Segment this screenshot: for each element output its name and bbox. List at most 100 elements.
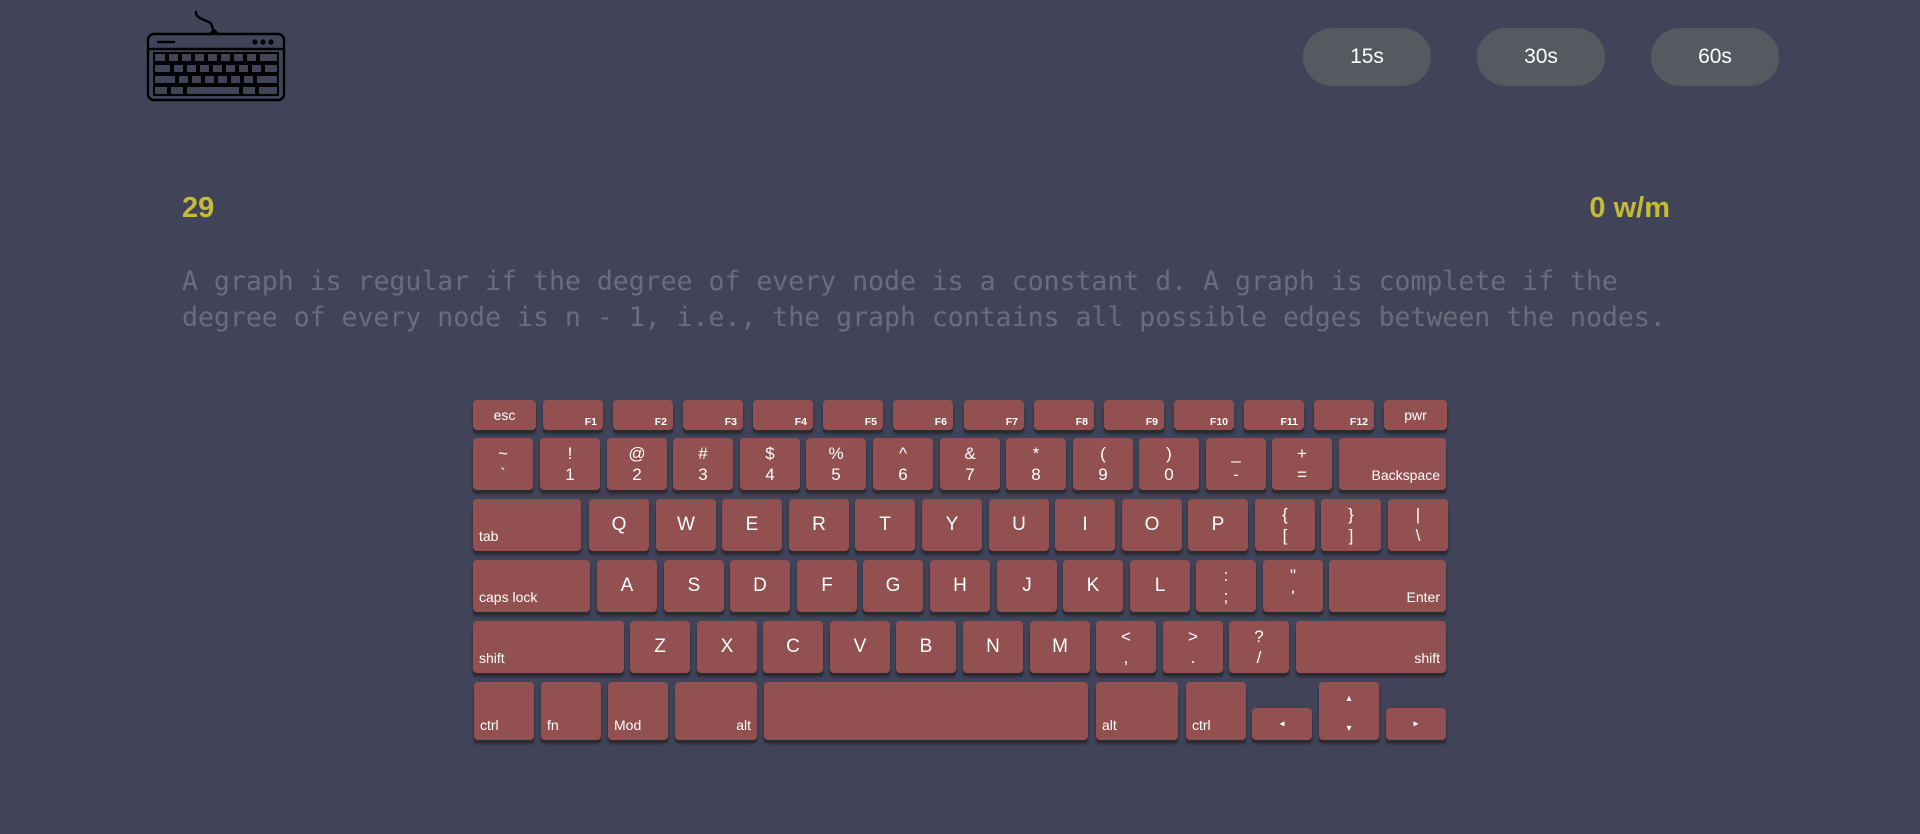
key-greater-than[interactable]: >.: [1163, 621, 1223, 673]
time-15s-button[interactable]: 15s: [1303, 28, 1431, 86]
key-label: I: [1082, 514, 1088, 535]
key-d[interactable]: D: [730, 560, 790, 612]
key-label: O: [1144, 514, 1160, 535]
key-h[interactable]: H: [930, 560, 990, 612]
key-at[interactable]: @2: [607, 438, 667, 490]
key-caps-lock[interactable]: caps lock: [473, 560, 590, 612]
key-question[interactable]: ? /: [1229, 621, 1289, 673]
key-right-alt[interactable]: alt: [1096, 682, 1178, 740]
key-e[interactable]: E: [722, 499, 782, 551]
key-j[interactable]: J: [997, 560, 1057, 612]
key-lparen[interactable]: (9: [1073, 438, 1133, 490]
key-z[interactable]: Z: [630, 621, 690, 673]
key-rbrace[interactable]: }]: [1321, 499, 1381, 551]
key-f6[interactable]: F6: [893, 400, 953, 430]
time-60s-button[interactable]: 60s: [1651, 28, 1779, 86]
time-30s-button[interactable]: 30s: [1477, 28, 1605, 86]
key-shift-label: *: [1032, 444, 1040, 463]
key-i[interactable]: I: [1055, 499, 1115, 551]
key-pipe[interactable]: | \: [1388, 499, 1448, 551]
arrow-up-icon: ▴: [1346, 693, 1352, 704]
key-shift-label: }: [1348, 505, 1354, 524]
key-k[interactable]: K: [1063, 560, 1123, 612]
key-left-ctrl[interactable]: ctrl: [474, 682, 534, 740]
key-m[interactable]: M: [1030, 621, 1090, 673]
key-f12[interactable]: F12: [1314, 400, 1374, 430]
key-shift-label: +: [1297, 444, 1307, 463]
key-q[interactable]: Q: [589, 499, 649, 551]
key-u[interactable]: U: [989, 499, 1049, 551]
key-shift-label: :: [1223, 566, 1229, 585]
key-quote[interactable]: " ': [1263, 560, 1323, 612]
key-mod[interactable]: Mod: [608, 682, 668, 740]
key-label: D: [753, 575, 767, 596]
key-label: 7: [965, 465, 975, 484]
key-arrow-up-down[interactable]: ▴ ▾: [1319, 682, 1379, 740]
key-pwr[interactable]: pwr: [1384, 400, 1447, 430]
key-space[interactable]: [764, 682, 1088, 740]
key-f9[interactable]: F9: [1104, 400, 1164, 430]
key-n[interactable]: N: [963, 621, 1023, 673]
key-label: F11: [1280, 416, 1298, 428]
key-x[interactable]: X: [697, 621, 757, 673]
key-f10[interactable]: F10: [1174, 400, 1234, 430]
key-hash[interactable]: #3: [673, 438, 733, 490]
key-plus[interactable]: + =: [1272, 438, 1332, 490]
key-label: .: [1190, 648, 1196, 667]
key-r[interactable]: R: [789, 499, 849, 551]
key-ampersand[interactable]: & 7: [940, 438, 1000, 490]
key-label: U: [1012, 514, 1026, 535]
key-f[interactable]: F: [797, 560, 857, 612]
key-f4[interactable]: F4: [753, 400, 813, 430]
key-f5[interactable]: F5: [823, 400, 883, 430]
key-c[interactable]: C: [763, 621, 823, 673]
key-label: N: [986, 636, 1000, 657]
key-shift-label: !: [567, 444, 573, 463]
key-colon[interactable]: :;: [1196, 560, 1256, 612]
key-f8[interactable]: F8: [1034, 400, 1094, 430]
key-f11[interactable]: F11: [1244, 400, 1304, 430]
key-right-shift[interactable]: shift: [1296, 621, 1446, 673]
key-backspace[interactable]: Backspace: [1339, 438, 1446, 490]
key-g[interactable]: G: [863, 560, 923, 612]
key-t[interactable]: T: [855, 499, 915, 551]
key-exclamation[interactable]: ! 1: [540, 438, 600, 490]
key-label: 6: [898, 465, 908, 484]
key-dollar[interactable]: $4: [740, 438, 800, 490]
key-f2[interactable]: F2: [613, 400, 673, 430]
key-underscore[interactable]: _ -: [1206, 438, 1266, 490]
key-right-ctrl[interactable]: ctrl: [1186, 682, 1246, 740]
key-b[interactable]: B: [896, 621, 956, 673]
key-tab[interactable]: tab: [473, 499, 581, 551]
key-backtick[interactable]: ~ `: [473, 438, 533, 490]
virtual-keyboard: esc F1 F2 F3 F4 F5 F6 F7 F8 F9 F10 F11 F12 pwr ~ `! 1 @2 #…: [0, 0, 1920, 834]
key-f7[interactable]: F7: [964, 400, 1024, 430]
key-rparen[interactable]: ) 0: [1139, 438, 1199, 490]
key-y[interactable]: Y: [922, 499, 982, 551]
key-enter[interactable]: Enter: [1329, 560, 1446, 612]
key-arrow-right[interactable]: ▸: [1386, 708, 1446, 740]
key-less-than[interactable]: <,: [1096, 621, 1156, 673]
key-l[interactable]: L: [1130, 560, 1190, 612]
key-label: fn: [547, 717, 559, 733]
key-shift-label: #: [698, 444, 708, 463]
key-f1[interactable]: F1: [543, 400, 603, 430]
key-fn[interactable]: fn: [541, 682, 601, 740]
key-lbrace[interactable]: {[: [1255, 499, 1315, 551]
key-percent[interactable]: % 5: [806, 438, 866, 490]
key-f3[interactable]: F3: [683, 400, 743, 430]
key-w[interactable]: W: [656, 499, 716, 551]
key-label: ctrl: [480, 717, 499, 733]
key-p[interactable]: P: [1188, 499, 1248, 551]
key-left-shift[interactable]: shift: [473, 621, 624, 673]
key-a[interactable]: A: [597, 560, 657, 612]
key-esc[interactable]: esc: [473, 400, 536, 430]
key-arrow-left[interactable]: ◂: [1252, 708, 1312, 740]
key-o[interactable]: O: [1122, 499, 1182, 551]
key-left-alt[interactable]: alt: [675, 682, 757, 740]
key-asterisk[interactable]: * 8: [1006, 438, 1066, 490]
key-s[interactable]: S: [664, 560, 724, 612]
key-v[interactable]: V: [830, 621, 890, 673]
key-caret[interactable]: ^ 6: [873, 438, 933, 490]
key-shift-label: ?: [1254, 627, 1264, 646]
